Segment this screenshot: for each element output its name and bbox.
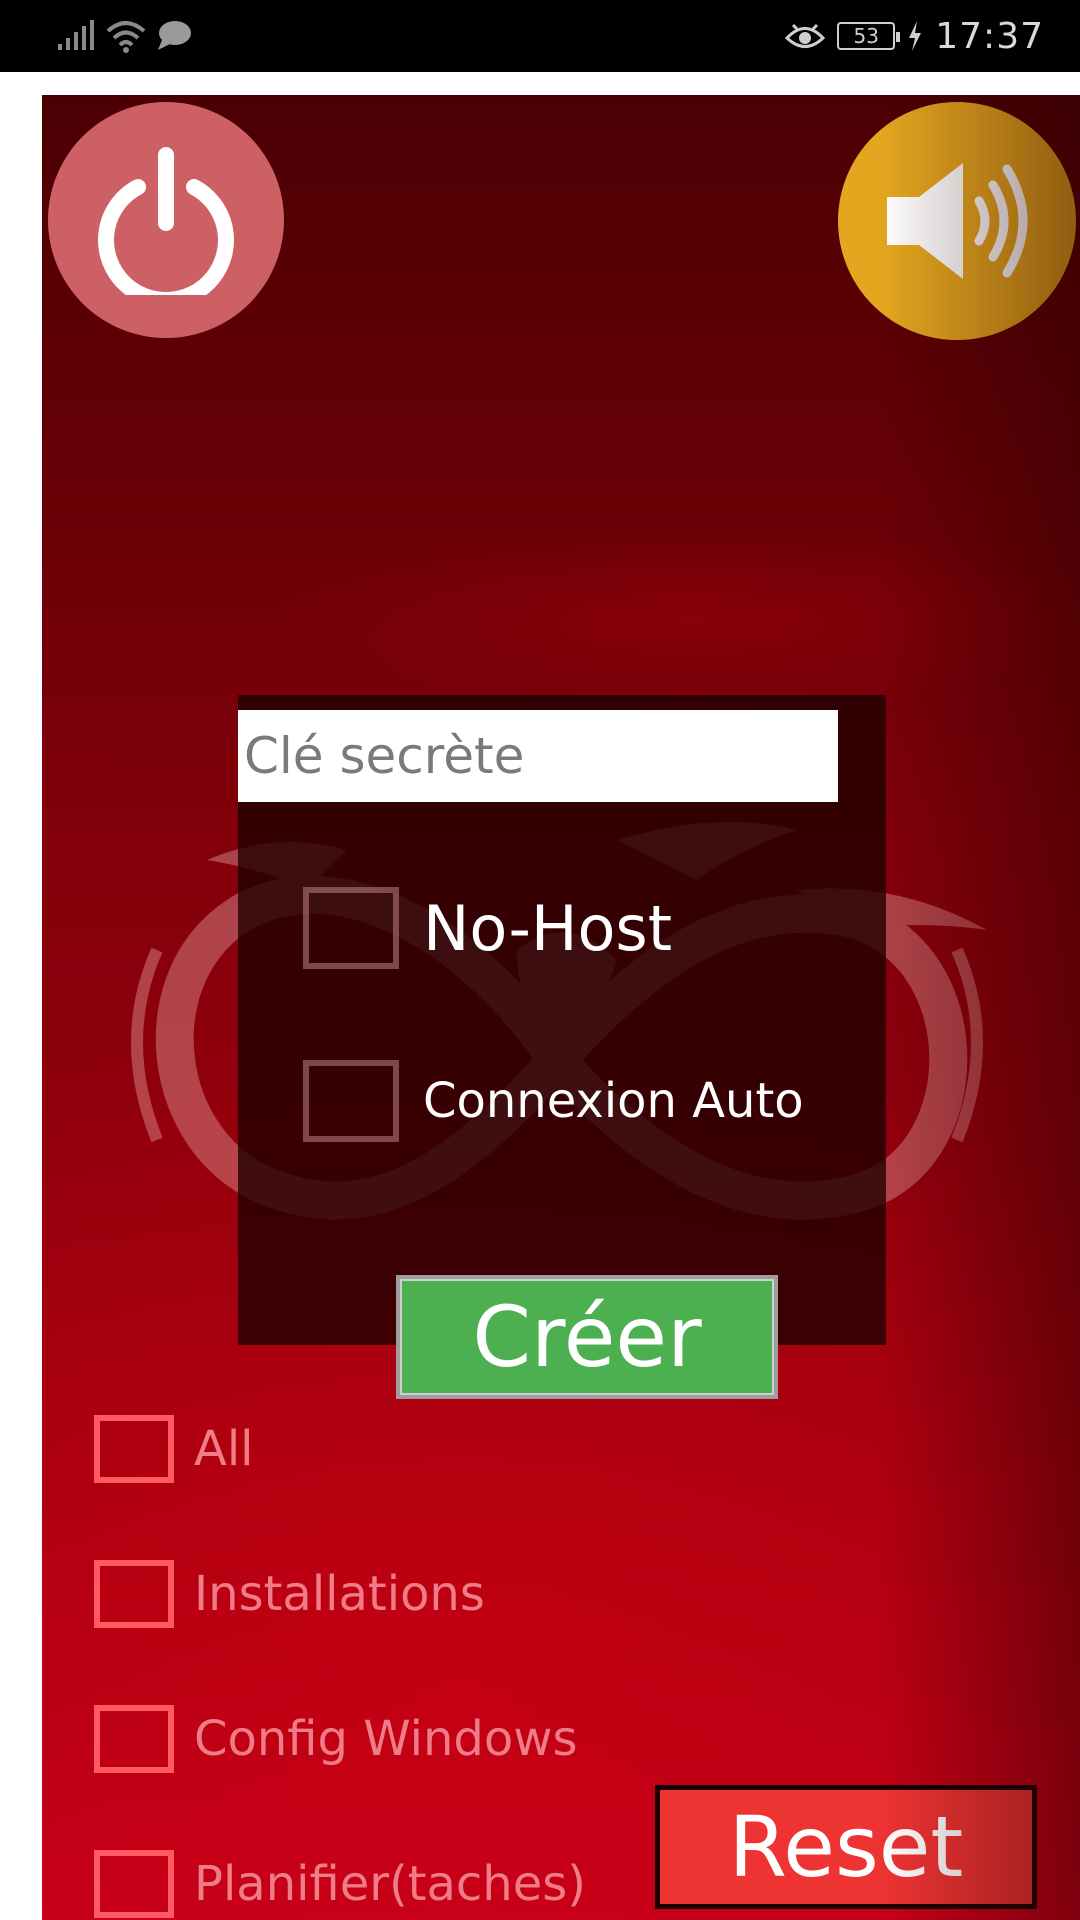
auto-connect-label: Connexion Auto xyxy=(423,1073,804,1129)
power-icon xyxy=(98,147,234,295)
status-time: 17:37 xyxy=(935,15,1044,57)
reset-button-label: Reset xyxy=(728,1798,964,1896)
create-button[interactable]: Créer xyxy=(396,1275,778,1399)
power-button[interactable] xyxy=(48,102,284,338)
wifi-icon xyxy=(106,21,146,53)
option-checkbox-installations[interactable] xyxy=(94,1560,174,1628)
battery-icon: 53 xyxy=(837,22,901,50)
option-label-installations: Installations xyxy=(194,1566,485,1622)
speaker-icon xyxy=(887,163,1028,279)
option-row-config-windows: Config Windows xyxy=(94,1705,578,1773)
signal-icon xyxy=(58,20,94,50)
status-right-icons: 53 17:37 xyxy=(785,14,1044,58)
option-checkbox-config-windows[interactable] xyxy=(94,1705,174,1773)
create-button-label: Créer xyxy=(472,1288,702,1386)
option-row-installations: Installations xyxy=(94,1560,485,1628)
no-host-label: No-Host xyxy=(423,891,672,965)
option-row-all: All xyxy=(94,1415,254,1483)
app-background: No-Host Connexion Auto Créer All Install… xyxy=(42,95,1080,1920)
option-label-all: All xyxy=(194,1421,254,1477)
no-host-checkbox[interactable] xyxy=(303,887,399,969)
battery-level: 53 xyxy=(853,24,879,48)
option-label-config-windows: Config Windows xyxy=(194,1711,578,1767)
secret-key-input[interactable] xyxy=(238,710,838,802)
sound-button[interactable] xyxy=(838,102,1076,340)
reset-button[interactable]: Reset xyxy=(655,1785,1037,1909)
eye-icon xyxy=(785,23,826,48)
option-checkbox-planifier[interactable] xyxy=(94,1850,174,1918)
status-bar: 53 17:37 xyxy=(0,0,1080,72)
settings-panel: No-Host Connexion Auto Créer xyxy=(238,695,886,1399)
status-left-icons xyxy=(56,16,192,56)
option-checkbox-all[interactable] xyxy=(94,1415,174,1483)
no-host-row: No-Host xyxy=(303,887,672,969)
message-icon xyxy=(158,21,191,50)
option-row-planifier: Planifier(taches) xyxy=(94,1850,586,1918)
option-label-planifier: Planifier(taches) xyxy=(194,1856,586,1912)
charging-icon xyxy=(909,21,922,51)
auto-connect-checkbox[interactable] xyxy=(303,1060,399,1142)
auto-connect-row: Connexion Auto xyxy=(303,1060,804,1142)
